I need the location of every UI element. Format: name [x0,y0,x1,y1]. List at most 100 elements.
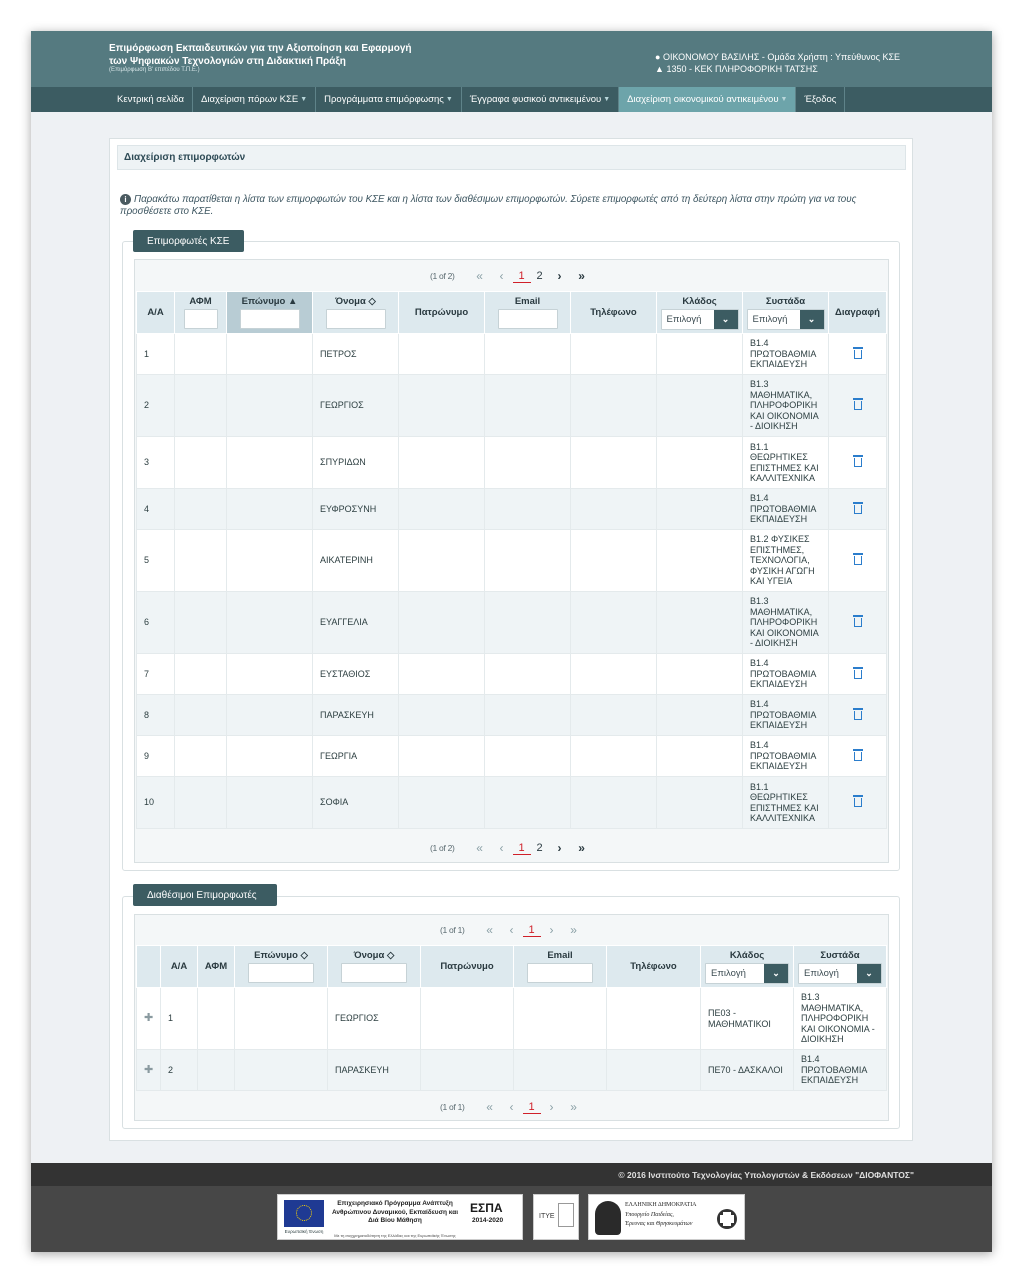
itye-text: ΙΤΥΕ [539,1213,555,1220]
cell-email [484,333,571,375]
cell-name: ΠΑΡΑΣΚΕΥΗ [327,1049,421,1091]
next-page-icon[interactable]: › [541,923,563,937]
cell-aa: 5 [136,529,175,592]
col-name[interactable]: Όνομα ◇ [312,291,399,334]
cell-patronymic [398,694,485,736]
cell-phone [570,694,657,736]
nav-programs[interactable]: Προγράμματα επιμόρφωσης ▼ [316,87,462,112]
nav-financial[interactable]: Διαχείριση οικονομικού αντικειμένου ▼ [619,87,797,112]
cell-cluster: Β1.3 ΜΑΘΗΜΑΤΙΚΑ, ΠΛΗΡΟΦΟΡΙΚΗ ΚΑΙ ΟΙΚΟΝΟΜ… [742,591,829,654]
cell-surname [226,735,313,777]
table-row: 8 ΠΑΡΑΣΚΕΥΗ Β1.4 ΠΡΩΤΟΒΑΘΜΙΑ ΕΚΠΑΙΔΕΥΣΗ [136,694,887,736]
operational-program-logo: Ευρωπαϊκή Ένωση Επιχειρησιακό Πρόγραμμα … [277,1194,523,1240]
cell-branch [656,776,743,829]
email-filter-input[interactable] [527,963,593,983]
last-page-icon[interactable]: » [563,1100,585,1114]
trash-icon[interactable] [852,615,863,628]
cell-email [484,653,571,695]
cell-afm [174,735,227,777]
cell-branch: ΠΕ03 - ΜΑΘΗΜΑΤΙΚΟΙ [700,987,794,1050]
cell-branch: ΠΕ70 - ΔΑΣΚΑΛΟΙ [700,1049,794,1091]
next-page-icon[interactable]: › [549,269,571,283]
cell-patronymic [420,1049,514,1091]
first-page-icon[interactable]: « [469,841,491,855]
trash-icon[interactable] [852,346,863,359]
page-link-1[interactable]: 1 [522,1101,541,1114]
main-content: Διαχείριση επιμορφωτών i Παρακάτω παρατίθ… [109,138,913,1141]
page-link-2[interactable]: 2 [531,842,549,854]
trash-icon[interactable] [852,501,863,514]
page-link-1[interactable]: 1 [512,270,531,283]
first-page-icon[interactable]: « [479,923,501,937]
cell-cluster: Β1.1 ΘΕΩΡΗΤΙΚΕΣ ΕΠΙΣΤΗΜΕΣ ΚΑΙ ΚΑΛΛΙΤΕΧΝΙ… [742,776,829,829]
page-link-1[interactable]: 1 [522,924,541,937]
branch-filter-select[interactable]: Επιλογή ⌄ [660,308,739,330]
trash-icon[interactable] [852,748,863,761]
prev-page-icon[interactable]: ‹ [501,1100,523,1114]
cell-cluster: Β1.4 ΠΡΩΤΟΒΑΘΜΙΑ ΕΚΠΑΙΔΕΥΣΗ [742,653,829,695]
nav-documents[interactable]: Έγγραφα φυσικού αντικειμένου ▼ [462,87,620,112]
cell-afm [174,333,227,375]
table-row: 9 ΓΕΩΡΓΙΑ Β1.4 ΠΡΩΤΟΒΑΘΜΙΑ ΕΚΠΑΙΔΕΥΣΗ [136,735,887,777]
cell-aa: 6 [136,591,175,654]
available-pager-bottom: (1 of 1) « ‹ 1 › » [440,1095,585,1119]
cell-name: ΕΥΣΤΑΘΙΟΣ [312,653,399,695]
next-page-icon[interactable]: › [549,841,571,855]
trash-icon[interactable] [852,707,863,720]
name-filter-input[interactable] [341,963,407,983]
first-page-icon[interactable]: « [469,269,491,283]
surname-filter-input[interactable] [239,309,300,329]
name-filter-input[interactable] [325,309,386,329]
last-page-icon[interactable]: » [571,841,593,855]
drag-handle-icon[interactable]: ✚ [144,1064,153,1076]
next-page-icon[interactable]: › [541,1100,563,1114]
last-page-icon[interactable]: » [563,923,585,937]
trash-icon[interactable] [852,553,863,566]
table-row[interactable]: ✚ 2 ΠΑΡΑΣΚΕΥΗ ΠΕ70 - ΔΑΣΚΑΛΟΙ Β1.4 ΠΡΩΤΟΒΑΘΜ… [136,1049,887,1091]
eu-flag-icon [284,1200,324,1227]
sort-icon: ◇ [300,950,308,961]
trash-icon[interactable] [852,795,863,808]
main-nav: Κεντρική σελίδα Διαχείριση πόρων ΚΣΕ ▼ Πρ… [31,87,992,112]
cluster-filter-select[interactable]: Επιλογή ⌄ [746,308,825,330]
program-name: Επιχειρησιακό Πρόγραμμα Ανάπτυξη Ανθρώπι… [331,1200,459,1224]
site-subtitle: (Επιμόρφωση Β' επιπέδου Τ.Π.Ε.) [109,67,200,73]
trash-icon[interactable] [852,666,863,679]
prev-page-icon[interactable]: ‹ [501,923,523,937]
chevron-down-icon: ⌄ [764,963,788,983]
branch-filter-select[interactable]: Επιλογή ⌄ [705,962,789,984]
site-header: Επιμόρφωση Εκπαιδευτικών για την Αξιοποί… [31,31,992,87]
cell-patronymic [398,735,485,777]
afm-filter-input[interactable] [183,309,218,329]
kse-pager-bottom: (1 of 2) « ‹ 1 2 › » [430,836,593,860]
col-aa: Α/Α [136,291,175,334]
col-surname[interactable]: Επώνυμο ◇ [234,945,328,988]
page-link-1[interactable]: 1 [512,842,531,855]
kse-pager-top: (1 of 2) « ‹ 1 2 › » [430,264,593,288]
nav-kse-resources[interactable]: Διαχείριση πόρων ΚΣΕ ▼ [193,87,317,112]
cell-cluster: Β1.4 ΠΡΩΤΟΒΑΘΜΙΑ ΕΚΠΑΙΔΕΥΣΗ [742,488,829,530]
nav-exit[interactable]: Έξοδος [796,87,846,112]
prev-page-icon[interactable]: ‹ [491,841,513,855]
prev-page-icon[interactable]: ‹ [491,269,513,283]
nav-home[interactable]: Κεντρική σελίδα [109,87,194,112]
cell-name: ΠΑΡΑΣΚΕΥΗ [312,694,399,736]
page-link-2[interactable]: 2 [531,270,549,282]
col-surname[interactable]: Επώνυμο ▲ [226,291,313,334]
page-count: (1 of 2) [430,843,455,853]
col-afm[interactable]: ΑΦΜ [174,291,227,334]
drag-handle-icon[interactable]: ✚ [144,1012,153,1024]
trash-icon[interactable] [852,398,863,411]
last-page-icon[interactable]: » [571,269,593,283]
table-row[interactable]: ✚ 1 ΓΕΩΡΓΙΟΣ ΠΕ03 - ΜΑΘΗΜΑΤΙΚΟΙ Β1.3 ΜΑΘΗΜΑΤ… [136,987,887,1050]
trash-icon[interactable] [852,455,863,468]
email-filter-input[interactable] [497,309,558,329]
cluster-filter-select[interactable]: Επιλογή ⌄ [798,962,882,984]
table-row: 4 ΕΥΦΡΟΣΥΝΗ Β1.4 ΠΡΩΤΟΒΑΘΜΙΑ ΕΚΠΑΙΔΕΥΣΗ [136,488,887,530]
col-cluster: Συστάδα Επιλογή ⌄ [742,291,829,334]
user-name: ΟΙΚΟΝΟΜΟΥ ΒΑΣΙΛΗΣ - Ομάδα Χρήστη : Υπεύθ… [662,52,901,62]
surname-filter-input[interactable] [248,963,314,983]
first-page-icon[interactable]: « [479,1100,501,1114]
cell-email [484,694,571,736]
col-name[interactable]: Όνομα ◇ [327,945,421,988]
